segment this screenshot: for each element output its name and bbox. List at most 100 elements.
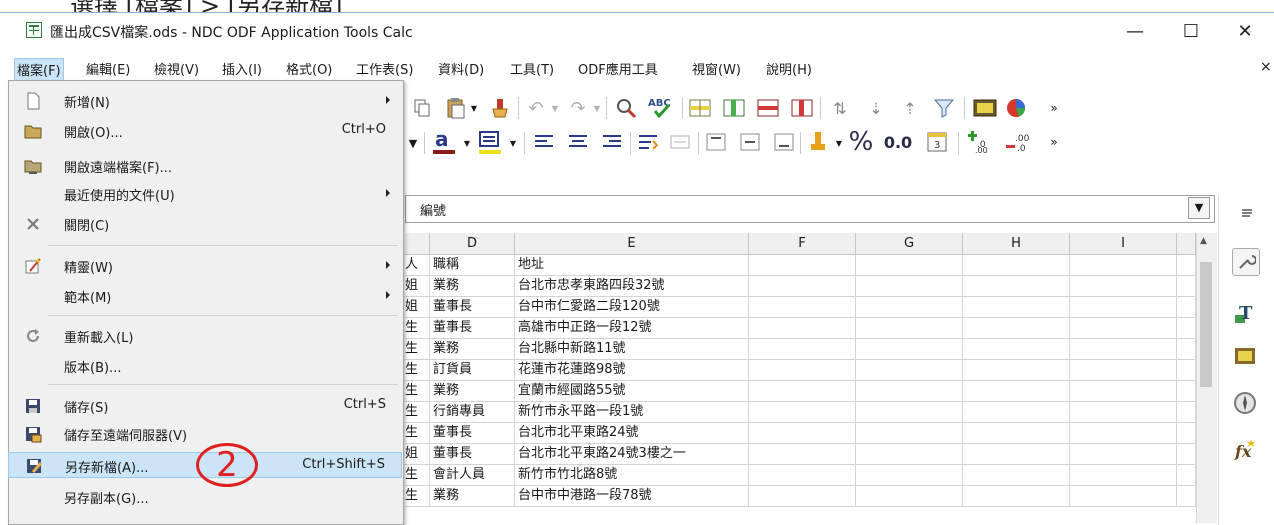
- copy-icon[interactable]: [410, 96, 434, 120]
- highlight-dropdown-icon[interactable]: ▼: [508, 131, 518, 155]
- toolbar1-overflow-icon[interactable]: »: [1046, 100, 1062, 116]
- cell-c-partial[interactable]: 生: [405, 423, 430, 444]
- cell-empty[interactable]: [1177, 255, 1196, 276]
- insert-image-icon[interactable]: [972, 96, 998, 120]
- cell-empty[interactable]: [963, 255, 1070, 276]
- cell-empty[interactable]: [856, 423, 963, 444]
- currency-dropdown-icon[interactable]: ▼: [834, 131, 844, 155]
- undo-dropdown-icon[interactable]: ▼: [550, 100, 560, 116]
- column-header-i[interactable]: I: [1070, 233, 1177, 255]
- cell-c-partial[interactable]: 生: [405, 381, 430, 402]
- cell-address[interactable]: 花蓮市花蓮路98號: [515, 360, 749, 381]
- cell-address[interactable]: 高雄市中正路一段12號: [515, 318, 749, 339]
- menu-odf-tools[interactable]: ODF應用工具: [576, 58, 660, 79]
- redo-dropdown-icon[interactable]: ▼: [592, 100, 602, 116]
- menu-tools[interactable]: 工具(T): [508, 58, 556, 79]
- font-color-icon[interactable]: a: [430, 127, 458, 157]
- cell-empty[interactable]: [963, 339, 1070, 360]
- cell-empty[interactable]: [1070, 255, 1177, 276]
- file-menu-item-3[interactable]: 開啟遠端檔案(F)...: [8, 153, 402, 179]
- toolbar2-overflow-icon[interactable]: »: [1046, 134, 1062, 150]
- navigator-icon[interactable]: [1232, 390, 1258, 416]
- cell-empty[interactable]: [1070, 423, 1177, 444]
- cell-empty[interactable]: [1070, 339, 1177, 360]
- cell-empty[interactable]: [749, 318, 856, 339]
- maximize-button[interactable]: ☐: [1168, 14, 1214, 50]
- properties-wrench-icon[interactable]: [1232, 248, 1260, 276]
- currency-format-icon[interactable]: [808, 127, 832, 155]
- cell-empty[interactable]: [963, 444, 1070, 465]
- cell-c-partial[interactable]: 生: [405, 402, 430, 423]
- cell-empty[interactable]: [749, 360, 856, 381]
- file-menu-item-7[interactable]: 範本(M): [8, 283, 402, 309]
- cell-empty[interactable]: [749, 444, 856, 465]
- cell-empty[interactable]: [963, 276, 1070, 297]
- cell-c-partial[interactable]: 生: [405, 486, 430, 507]
- cell-empty[interactable]: [749, 297, 856, 318]
- cell-empty[interactable]: [1177, 423, 1196, 444]
- menu-view[interactable]: 檢視(V): [152, 58, 201, 79]
- cell-empty[interactable]: [749, 402, 856, 423]
- column-header-c[interactable]: [405, 233, 430, 255]
- formula-input[interactable]: [405, 195, 1215, 223]
- cell-empty[interactable]: [963, 486, 1070, 507]
- cell-title[interactable]: 會計人員: [430, 465, 515, 486]
- percent-format-icon[interactable]: %: [846, 127, 876, 157]
- file-menu-item-8[interactable]: 重新載入(L): [8, 323, 402, 349]
- cell-title[interactable]: 職稱: [430, 255, 515, 276]
- cell-empty[interactable]: [1070, 360, 1177, 381]
- cell-empty[interactable]: [1070, 465, 1177, 486]
- menu-file[interactable]: 檔案(F): [14, 58, 64, 81]
- cell-empty[interactable]: [963, 318, 1070, 339]
- cell-address[interactable]: 台北市北平東路24號3樓之一: [515, 444, 749, 465]
- cell-empty[interactable]: [1177, 402, 1196, 423]
- autofilter-icon[interactable]: [932, 96, 956, 120]
- cell-empty[interactable]: [856, 339, 963, 360]
- cell-c-partial[interactable]: 姐: [405, 444, 430, 465]
- cell-title[interactable]: 董事長: [430, 318, 515, 339]
- paste-dropdown-icon[interactable]: ▼: [468, 100, 480, 116]
- cell-title[interactable]: 董事長: [430, 297, 515, 318]
- scroll-up-icon[interactable]: ▲: [1200, 236, 1207, 246]
- cell-c-partial[interactable]: 生: [405, 318, 430, 339]
- column-header-h[interactable]: H: [963, 233, 1070, 255]
- close-document-button[interactable]: ×: [1258, 58, 1274, 76]
- cell-empty[interactable]: [1070, 297, 1177, 318]
- align-middle-icon[interactable]: [738, 129, 762, 155]
- cell-empty[interactable]: [1177, 381, 1196, 402]
- cell-address[interactable]: 台中市仁愛路二段120號: [515, 297, 749, 318]
- cell-empty[interactable]: [1070, 276, 1177, 297]
- cell-address[interactable]: 新竹市竹北路8號: [515, 465, 749, 486]
- cell-empty[interactable]: [1177, 276, 1196, 297]
- close-window-button[interactable]: ✕: [1222, 14, 1268, 50]
- cell-empty[interactable]: [1177, 339, 1196, 360]
- column-header-f[interactable]: F: [749, 233, 856, 255]
- cell-empty[interactable]: [749, 381, 856, 402]
- menu-help[interactable]: 說明(H): [764, 58, 814, 79]
- cell-empty[interactable]: [856, 276, 963, 297]
- align-right-icon[interactable]: [600, 129, 624, 155]
- cell-empty[interactable]: [963, 297, 1070, 318]
- cell-title[interactable]: 業務: [430, 339, 515, 360]
- cell-empty[interactable]: [749, 486, 856, 507]
- column-header-e[interactable]: E: [515, 233, 749, 255]
- wrap-text-icon[interactable]: [636, 129, 660, 155]
- cell-empty[interactable]: [856, 444, 963, 465]
- file-menu-item-9[interactable]: 版本(B)...: [8, 353, 402, 379]
- cell-empty[interactable]: [963, 423, 1070, 444]
- cell-empty[interactable]: [749, 423, 856, 444]
- cell-address[interactable]: 台北市忠孝東路四段32號: [515, 276, 749, 297]
- delete-decimal-icon[interactable]: .00.0: [1004, 127, 1030, 155]
- add-decimal-icon[interactable]: .0.00: [966, 127, 992, 155]
- cell-empty[interactable]: [1177, 486, 1196, 507]
- cell-address[interactable]: 台北市北平東路24號: [515, 423, 749, 444]
- cell-c-partial[interactable]: 姐: [405, 276, 430, 297]
- cell-address[interactable]: 台中市中港路一段78號: [515, 486, 749, 507]
- cell-empty[interactable]: [856, 486, 963, 507]
- cell-c-partial[interactable]: 生: [405, 339, 430, 360]
- number-format-icon[interactable]: 0.0: [880, 129, 916, 155]
- cell-title[interactable]: 業務: [430, 486, 515, 507]
- insert-column-icon[interactable]: [722, 96, 746, 120]
- cell-empty[interactable]: [1070, 486, 1177, 507]
- spellcheck-icon[interactable]: ABC: [646, 94, 674, 120]
